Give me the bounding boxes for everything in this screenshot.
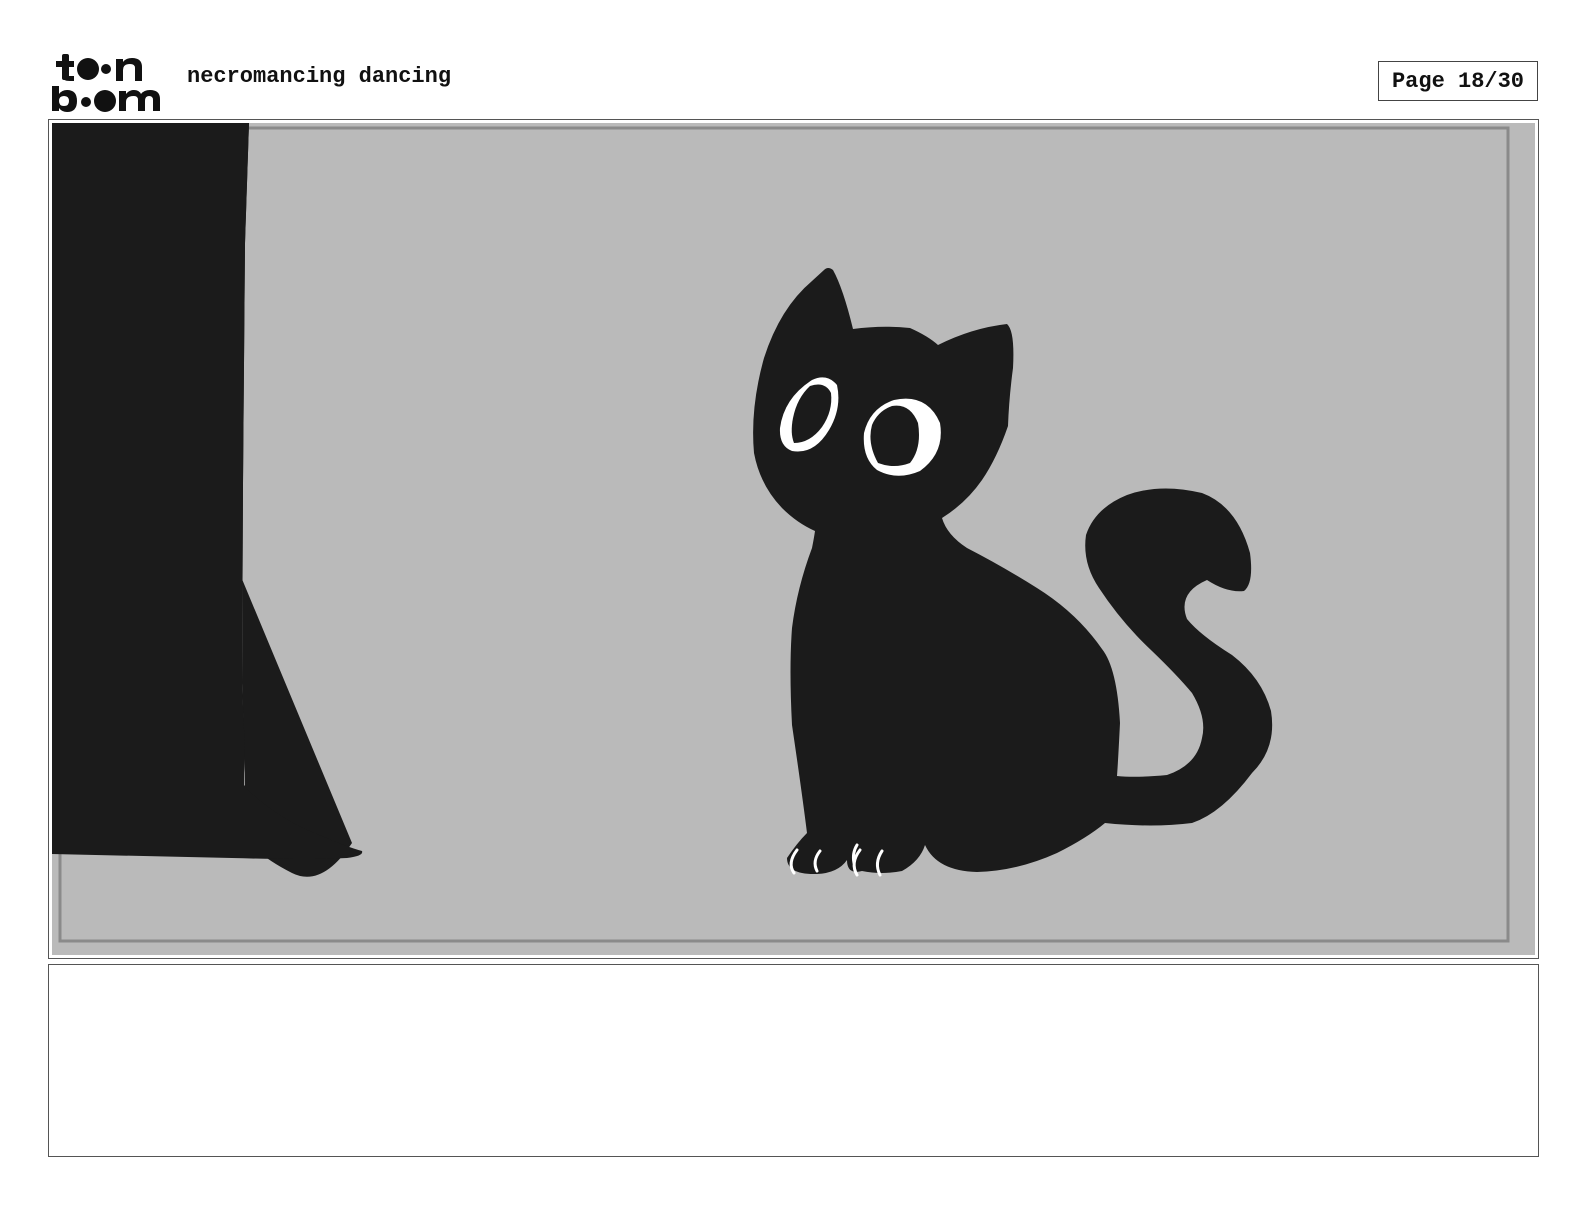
storyboard-panel[interactable] — [48, 119, 1539, 959]
panel-illustration — [52, 123, 1535, 955]
page-number: Page 18/30 — [1378, 61, 1538, 101]
project-title: necromancing dancing — [187, 64, 452, 89]
panel-notes[interactable] — [48, 964, 1539, 1157]
toon-boom-logo — [52, 54, 160, 112]
